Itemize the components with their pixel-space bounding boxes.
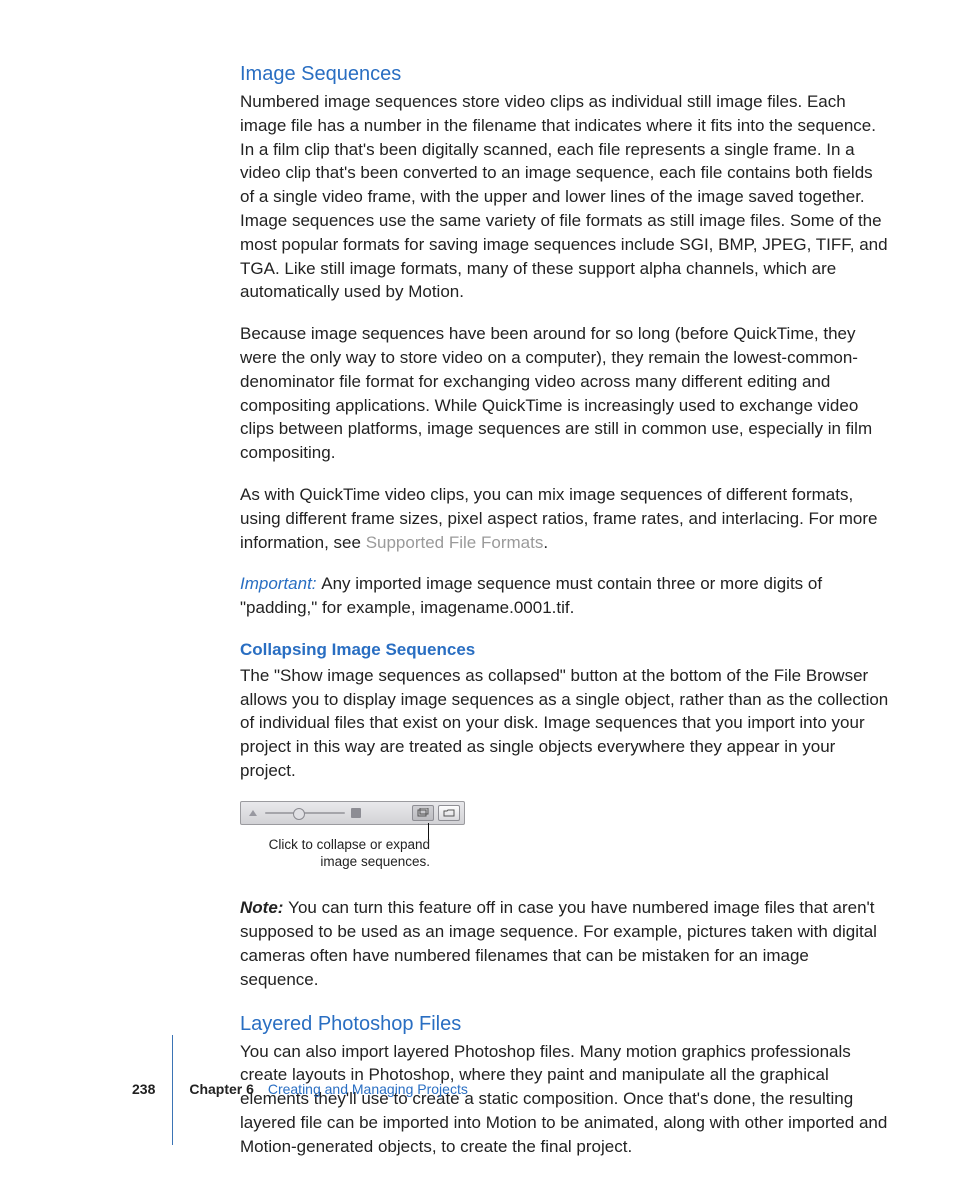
paragraph-body: The "Show image sequences as collapsed" … [240,664,890,783]
chapter-label: Chapter 6 [189,1081,254,1097]
zoom-slider-knob[interactable] [293,808,305,820]
expand-triangle-icon[interactable] [249,810,257,816]
note-label: Note: [240,898,288,917]
note-paragraph: Note: You can turn this feature off in c… [240,896,890,991]
file-browser-toolbar [240,801,465,825]
chapter-info: Chapter 6 Creating and Managing Projects [189,1080,467,1100]
collapse-icon [417,808,429,818]
heading-collapsing: Collapsing Image Sequences [240,638,890,662]
important-text: Any imported image sequence must contain… [240,574,822,617]
paragraph-body: Because image sequences have been around… [240,322,890,465]
paragraph-body: Numbered image sequences store video cli… [240,90,890,304]
callout-line [240,825,465,839]
heading-layered-photoshop: Layered Photoshop Files [240,1010,890,1038]
heading-image-sequences: Image Sequences [240,60,890,88]
paragraph-body: As with QuickTime video clips, you can m… [240,483,890,554]
thumbnail-icon [351,808,361,818]
zoom-slider[interactable] [265,812,345,814]
note-text: You can turn this feature off in case yo… [240,898,877,988]
page-number: 238 [132,1080,155,1100]
callout-text: Click to collapse or expand image sequen… [240,837,436,871]
important-label: Important: [240,574,321,593]
important-note: Important: Any imported image sequence m… [240,572,890,620]
collapse-sequences-button[interactable] [412,805,434,821]
new-folder-button[interactable] [438,805,460,821]
chapter-title: Creating and Managing Projects [268,1081,468,1097]
page-footer: 238 Chapter 6 Creating and Managing Proj… [132,1080,468,1100]
folder-icon [443,808,455,818]
paragraph-text: As with QuickTime video clips, you can m… [240,485,877,552]
link-supported-file-formats[interactable]: Supported File Formats [366,533,544,552]
figure-toolbar: Click to collapse or expand image sequen… [240,801,465,871]
paragraph-text: . [543,533,548,552]
page-content: Image Sequences Numbered image sequences… [240,60,890,1177]
